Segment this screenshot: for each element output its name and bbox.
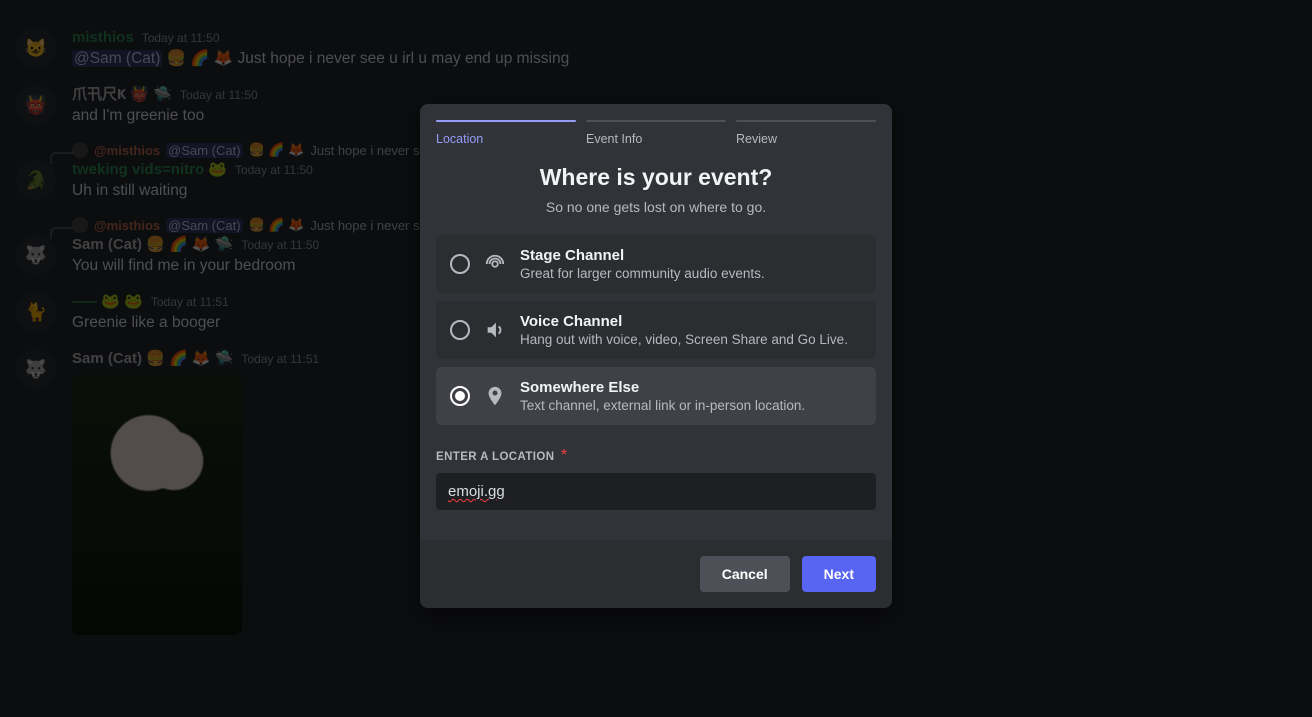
step-label: Event Info	[586, 132, 726, 146]
radio-icon	[450, 386, 470, 406]
step-label: Review	[736, 132, 876, 146]
option-somewhere-else[interactable]: Somewhere Else Text channel, external li…	[436, 367, 876, 425]
option-stage-channel[interactable]: Stage Channel Great for larger community…	[436, 235, 876, 293]
option-title: Stage Channel	[520, 247, 765, 264]
option-voice-channel[interactable]: Voice Channel Hang out with voice, video…	[436, 301, 876, 359]
stage-icon	[484, 253, 506, 275]
cancel-button[interactable]: Cancel	[700, 556, 790, 592]
option-desc: Text channel, external link or in-person…	[520, 398, 805, 413]
location-input[interactable]: emoji.gg	[436, 473, 876, 510]
radio-icon	[450, 254, 470, 274]
step-location[interactable]: Location	[436, 120, 576, 146]
modal-subtitle: So no one gets lost on where to go.	[436, 199, 876, 215]
next-button[interactable]: Next	[802, 556, 876, 592]
modal-title: Where is your event?	[436, 164, 876, 191]
speaker-icon	[484, 319, 506, 341]
step-review[interactable]: Review	[736, 120, 876, 146]
create-event-modal: Location Event Info Review Where is your…	[420, 104, 892, 608]
step-event-info[interactable]: Event Info	[586, 120, 726, 146]
location-field-label: Enter a Location	[436, 451, 554, 463]
option-title: Voice Channel	[520, 313, 848, 330]
location-pin-icon	[484, 385, 506, 407]
radio-icon	[450, 320, 470, 340]
option-title: Somewhere Else	[520, 379, 805, 396]
stepper: Location Event Info Review	[420, 104, 892, 146]
step-label: Location	[436, 132, 576, 146]
required-indicator: *	[561, 447, 567, 464]
modal-overlay: Location Event Info Review Where is your…	[0, 0, 1312, 717]
option-desc: Hang out with voice, video, Screen Share…	[520, 332, 848, 347]
option-desc: Great for larger community audio events.	[520, 266, 765, 281]
